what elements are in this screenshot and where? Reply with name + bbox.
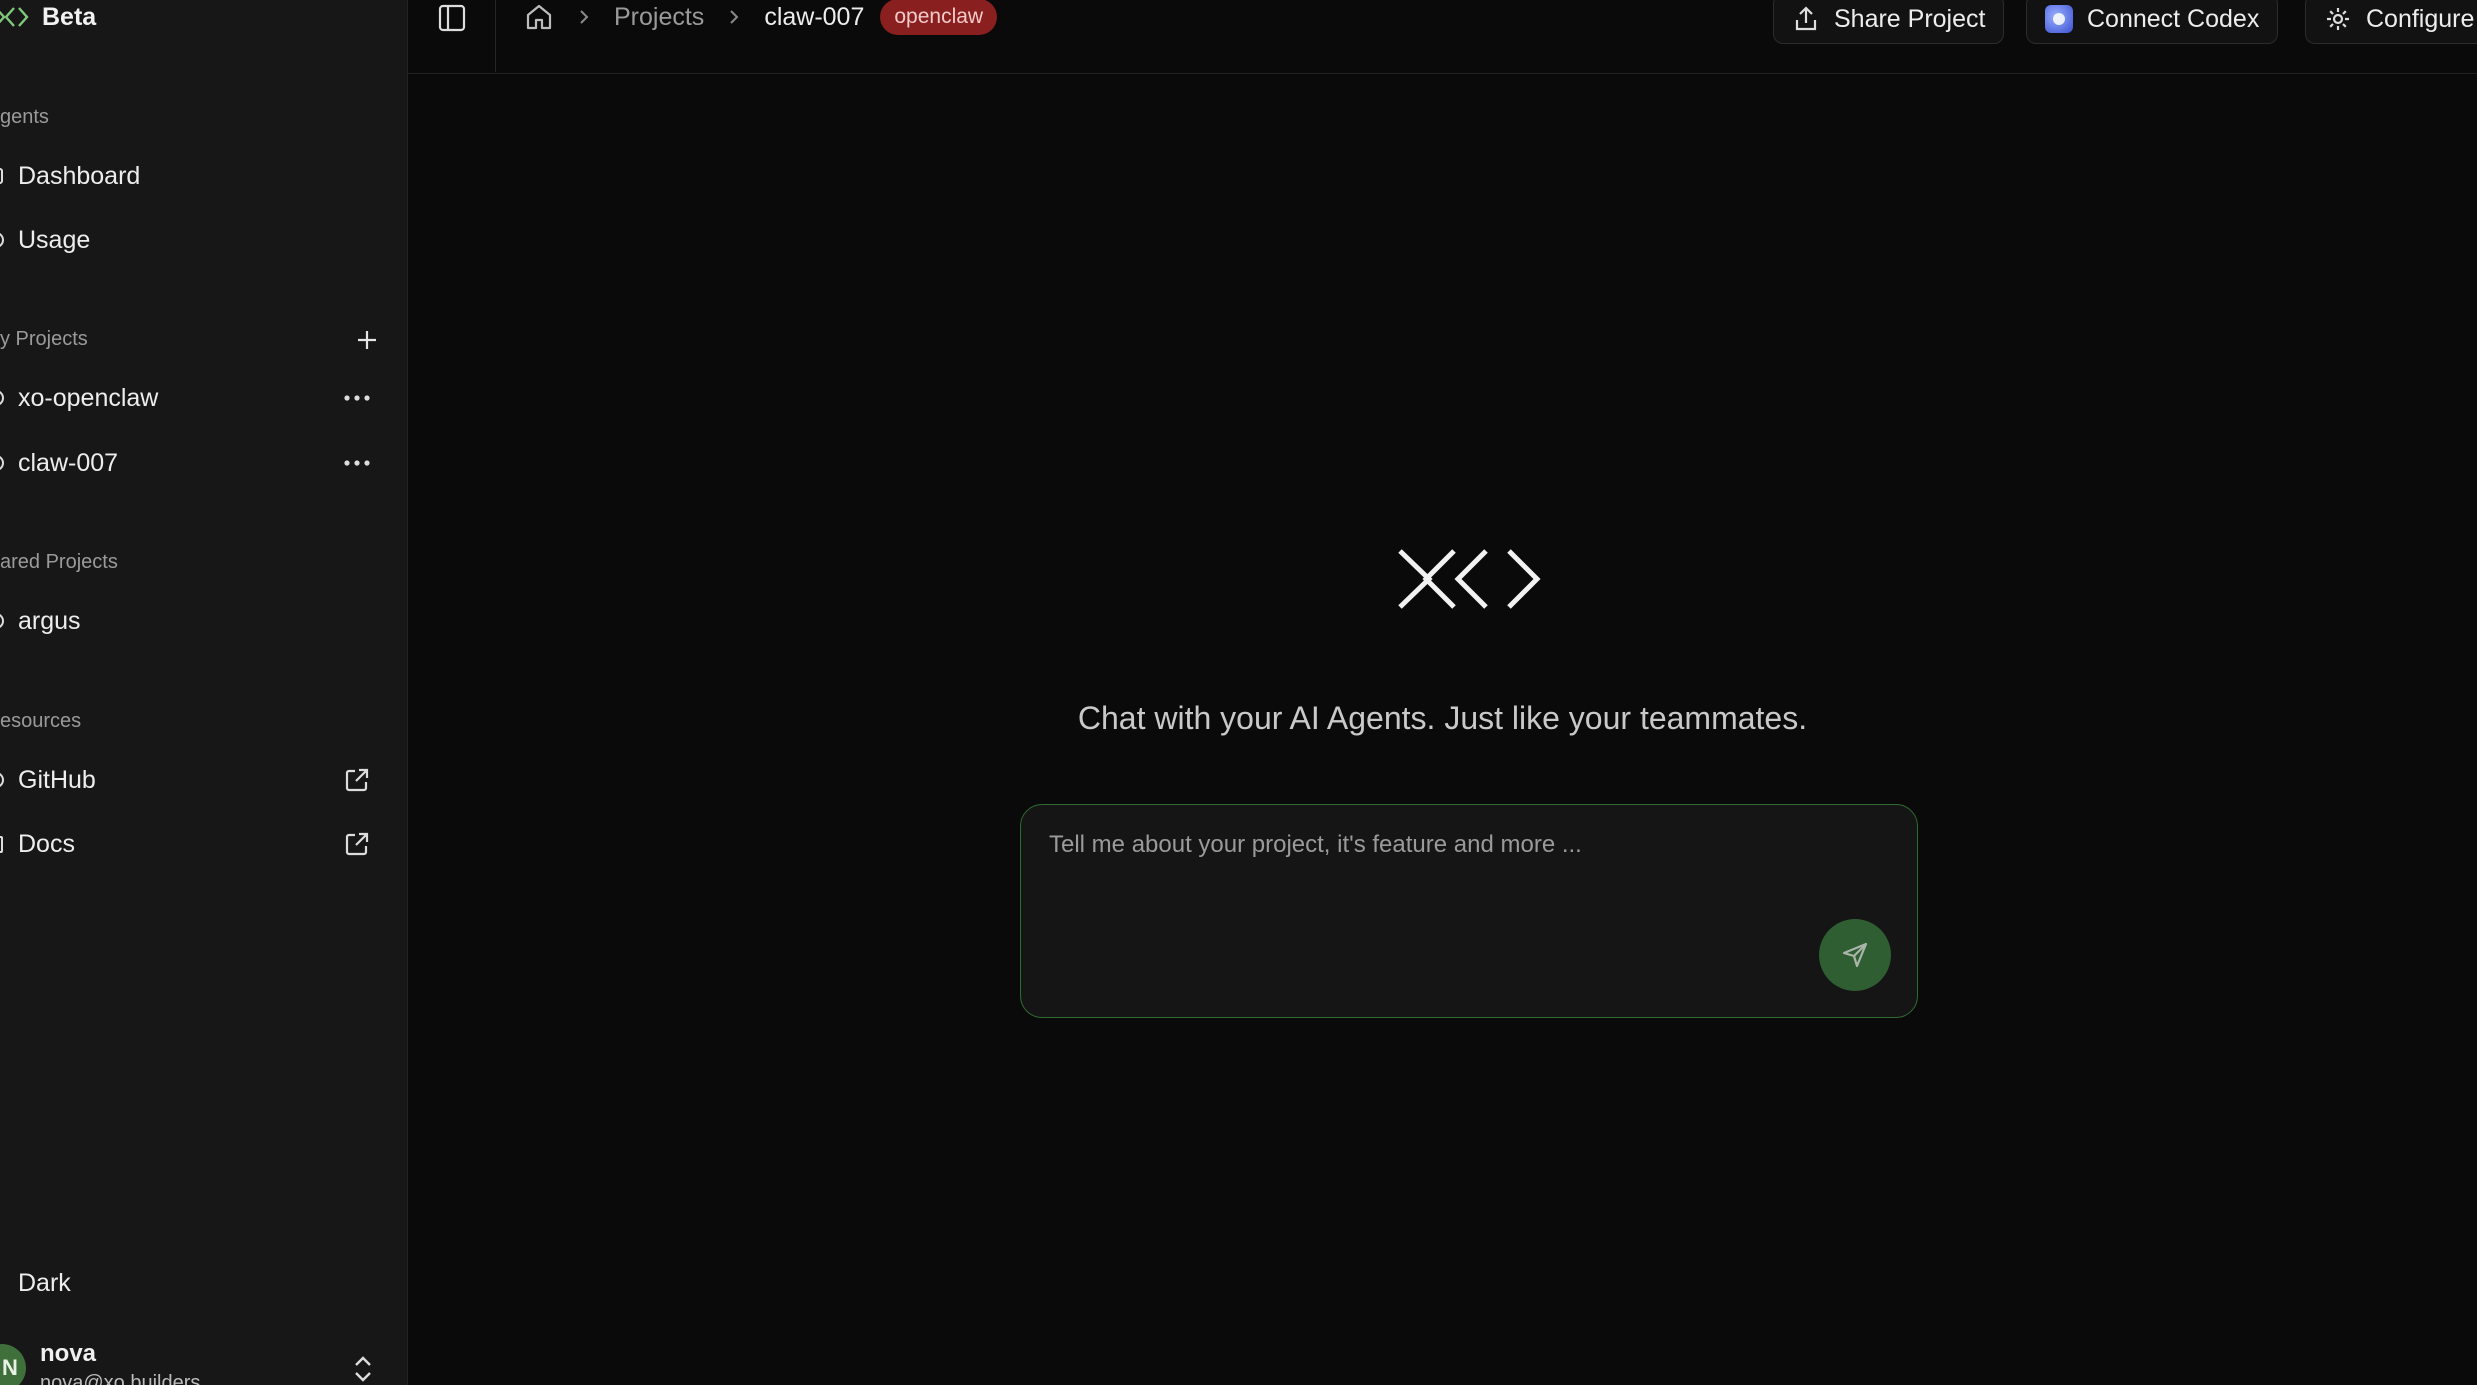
project-icon — [0, 386, 10, 410]
github-icon — [0, 768, 10, 792]
ellipsis-icon — [344, 395, 370, 401]
tagline: Chat with your AI Agents. Just like your… — [1077, 700, 1808, 736]
theme-label: Dark — [18, 1268, 71, 1297]
header-divider — [495, 0, 496, 72]
plus-icon — [358, 331, 376, 349]
configure-label: Configure — [2366, 4, 2475, 33]
brand[interactable]: Beta — [0, 0, 96, 34]
app-root: Beta gents Dashboard Usage y Projects xo… — [0, 0, 2477, 1385]
external-link-icon — [342, 765, 372, 795]
avatar: N — [0, 1344, 26, 1385]
gear-icon — [2327, 8, 2349, 30]
breadcrumb: Projects claw-007 openclaw — [524, 0, 998, 35]
sidebar-item-xo-openclaw[interactable]: xo-openclaw — [0, 372, 384, 424]
xo-logo-icon — [1398, 549, 1541, 609]
send-button[interactable] — [1819, 919, 1891, 991]
sidebar-item-claw-007[interactable]: claw-007 — [0, 437, 384, 489]
sidebar-item-label: claw-007 — [18, 448, 119, 477]
xo-logo-icon — [0, 7, 29, 27]
more-options-button[interactable] — [342, 383, 372, 413]
project-icon — [0, 609, 10, 633]
sidebar-item-github[interactable]: GitHub — [0, 754, 384, 806]
dashboard-icon — [0, 164, 10, 188]
breadcrumb-current: claw-007 — [764, 2, 865, 31]
sidebar-item-label: Usage — [18, 225, 91, 254]
connect-codex-button[interactable]: Connect Codex — [2026, 0, 2279, 44]
sidebar-item-usage[interactable]: Usage — [0, 214, 384, 266]
project-icon — [0, 451, 10, 475]
sidebar-item-label: argus — [18, 606, 81, 635]
sidebar-item-label: Docs — [18, 829, 75, 858]
breadcrumb-projects[interactable]: Projects — [614, 3, 704, 32]
user-email: nova@xo.builders — [40, 1372, 201, 1385]
chevron-right-icon — [730, 10, 739, 24]
share-label: Share Project — [1834, 4, 1986, 33]
share-project-button[interactable]: Share Project — [1773, 0, 2005, 44]
external-link-icon — [342, 829, 372, 859]
shared-projects-section-label: ared Projects — [0, 551, 118, 573]
sidebar-item-dashboard[interactable]: Dashboard — [0, 150, 384, 202]
codex-label: Connect Codex — [2087, 4, 2260, 33]
configure-button[interactable]: Configure — [2305, 0, 2477, 44]
resources-section-label: esources — [0, 710, 82, 732]
my-projects-section-label: y Projects — [0, 328, 88, 350]
share-icon — [1795, 6, 1817, 31]
moon-icon — [0, 1271, 10, 1295]
chat-input[interactable] — [1049, 831, 1869, 941]
project-type-badge: openclaw — [880, 0, 998, 35]
more-options-button[interactable] — [342, 448, 372, 478]
sidebar-item-label: GitHub — [18, 765, 96, 794]
sidebar: Beta gents Dashboard Usage y Projects xo… — [0, 0, 408, 1385]
sidebar-item-label: Dashboard — [18, 161, 141, 190]
add-project-button[interactable] — [352, 325, 382, 355]
user-menu[interactable]: N nova nova@xo.builders — [0, 1334, 408, 1385]
sidebar-item-docs[interactable]: Docs — [0, 818, 384, 870]
sidebar-toggle-icon[interactable] — [436, 2, 468, 34]
sidebar-item-argus[interactable]: argus — [0, 595, 384, 647]
chevron-right-icon — [580, 10, 589, 24]
home-icon[interactable] — [524, 2, 554, 32]
ellipsis-icon — [344, 460, 370, 466]
chat-composer — [1020, 804, 1918, 1018]
chevrons-up-down-icon — [355, 1356, 371, 1382]
usage-icon — [0, 228, 10, 252]
docs-icon — [0, 832, 10, 856]
send-icon — [1842, 942, 1868, 968]
top-bar: Projects claw-007 openclaw Share Project… — [408, 0, 2477, 74]
codex-icon — [2045, 5, 2073, 33]
sidebar-item-label: xo-openclaw — [18, 383, 159, 412]
brand-name: Beta — [42, 2, 97, 31]
agents-section-label: gents — [0, 106, 49, 128]
user-name: nova — [40, 1340, 97, 1367]
theme-toggle[interactable]: Dark — [0, 1257, 384, 1309]
